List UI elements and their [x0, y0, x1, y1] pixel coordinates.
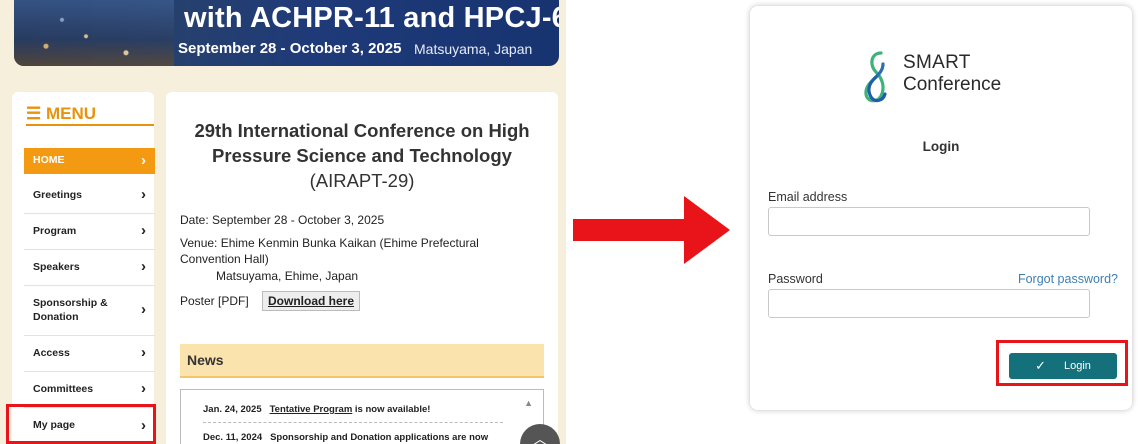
brand-name-line1: SMART: [903, 52, 971, 73]
conference-title: 29th International Conference on High Pr…: [180, 118, 544, 193]
chevron-right-icon: ›: [141, 186, 146, 204]
news-item: Jan. 24, 2025 Tentative Program is now a…: [203, 404, 430, 415]
menu-item-label: Program: [33, 224, 77, 237]
chevron-right-icon: ›: [141, 301, 146, 319]
conference-abbr: (AIRAPT-29): [309, 170, 415, 191]
menu-item-label: HOME: [33, 154, 65, 167]
city-night-image: [14, 0, 174, 66]
smart-conference-logo-icon: [864, 51, 887, 103]
scroll-up-icon[interactable]: ▲: [524, 398, 533, 408]
news-heading: News: [187, 352, 224, 368]
news-link[interactable]: Tentative Program: [270, 404, 353, 415]
menu-item-greetings[interactable]: Greetings ›: [24, 178, 155, 214]
menu-divider: [26, 124, 154, 126]
arrow-shaft: [573, 219, 685, 241]
menu-item-program[interactable]: Program ›: [24, 214, 155, 250]
hamburger-icon: ☰: [26, 104, 46, 123]
password-field[interactable]: [768, 289, 1090, 318]
poster-label: Poster [PDF]: [180, 294, 249, 308]
menu-item-label: Committees: [33, 382, 94, 395]
chevron-right-icon: ›: [141, 380, 146, 398]
chevron-up-icon: ︿: [533, 431, 547, 444]
menu-item-label: Speakers: [33, 260, 80, 273]
forgot-password-link[interactable]: Forgot password?: [1018, 272, 1118, 286]
news-text: Sponsorship and Donation applications ar…: [270, 432, 489, 443]
conference-title-line2: Pressure Science and Technology: [212, 145, 512, 166]
venue-line1: Venue: Ehime Kenmin Bunka Kaikan (Ehime …: [180, 236, 479, 250]
header-banner: with ACHPR-11 and HPCJ-66 September 28 -…: [14, 0, 559, 66]
arrow-right-icon: [684, 196, 730, 264]
menu-title: ☰ MENU: [26, 104, 96, 124]
menu-item-committees[interactable]: Committees ›: [24, 372, 155, 408]
news-list: Jan. 24, 2025 Tentative Program is now a…: [180, 389, 544, 444]
menu-item-sponsorship[interactable]: Sponsorship & Donation ›: [24, 286, 155, 336]
menu-item-access[interactable]: Access ›: [24, 336, 155, 372]
conference-website: with ACHPR-11 and HPCJ-66 September 28 -…: [0, 0, 566, 444]
login-card: SMART Conference Login Email address Pas…: [750, 6, 1132, 410]
chevron-right-icon: ›: [141, 258, 146, 276]
banner-title: with ACHPR-11 and HPCJ-66: [184, 2, 559, 34]
news-date: Jan. 24, 2025: [203, 404, 262, 415]
news-divider: [203, 422, 503, 423]
download-poster-button[interactable]: Download here: [262, 291, 361, 311]
password-label: Password: [768, 272, 823, 286]
date-text: Date: September 28 - October 3, 2025: [180, 213, 385, 227]
login-heading: Login: [922, 139, 960, 154]
news-item: Dec. 11, 2024 Sponsorship and Donation a…: [203, 432, 488, 443]
highlight-my-page: [6, 404, 156, 444]
main-content: 29th International Conference on High Pr…: [166, 92, 558, 444]
news-date: Dec. 11, 2024: [203, 432, 263, 443]
chevron-right-icon: ›: [141, 151, 146, 169]
chevron-right-icon: ›: [141, 344, 146, 362]
news-header: News: [180, 344, 544, 378]
highlight-login-button: [996, 340, 1128, 386]
venue-line3: Matsuyama, Ehime, Japan: [216, 269, 359, 283]
email-field[interactable]: [768, 207, 1090, 236]
email-label: Email address: [768, 190, 848, 204]
banner-dates: September 28 - October 3, 2025: [178, 40, 402, 57]
news-text: is now available!: [352, 404, 431, 415]
menu-title-text: MENU: [45, 104, 97, 123]
chevron-right-icon: ›: [141, 222, 146, 240]
conference-title-line1: 29th International Conference on High: [194, 120, 530, 141]
banner-place: Matsuyama, Japan: [414, 41, 533, 57]
menu-item-label: Access: [33, 346, 70, 359]
menu-item-speakers[interactable]: Speakers ›: [24, 250, 155, 286]
menu-item-label: Greetings: [33, 188, 83, 201]
venue-line2: Convention Hall): [180, 252, 269, 266]
brand-name-line2: Conference: [903, 74, 1002, 95]
menu-item-label: Sponsorship & Donation: [33, 297, 108, 323]
menu-item-home[interactable]: HOME ›: [24, 148, 155, 174]
